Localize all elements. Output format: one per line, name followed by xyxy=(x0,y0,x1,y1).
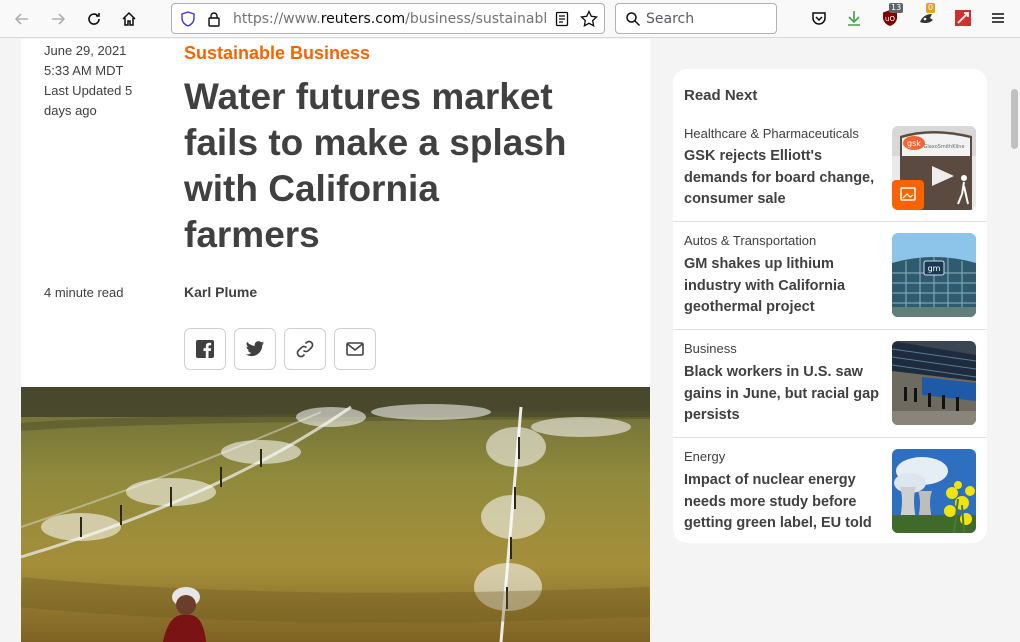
ublock-badge: 13 xyxy=(889,3,904,13)
back-button[interactable] xyxy=(10,7,34,31)
date-line: June 29, 2021 xyxy=(44,43,127,58)
pocket-icon[interactable] xyxy=(809,8,829,28)
workers-photo xyxy=(892,341,976,425)
tracking-shield-icon[interactable] xyxy=(180,11,196,27)
ublock-extension[interactable]: uO 13 xyxy=(880,3,904,28)
read-next-item[interactable]: Business Black workers in U.S. saw gains… xyxy=(673,329,987,437)
browser-toolbar: https://www.reuters.com/business/sustain… xyxy=(0,0,1020,38)
time-line: 5:33 AM MDT xyxy=(44,63,124,78)
gm-building-photo: gm xyxy=(892,233,976,317)
page-scrollbar[interactable] xyxy=(1011,89,1018,149)
read-next-item[interactable]: Energy Impact of nuclear energy needs mo… xyxy=(673,437,987,545)
read-next-item[interactable]: Healthcare & Pharmaceuticals GSK rejects… xyxy=(673,113,987,221)
read-next-category[interactable]: Autos & Transportation xyxy=(684,233,816,248)
mail-icon xyxy=(346,342,364,356)
facebook-icon xyxy=(196,340,214,358)
author-link[interactable]: Karl Plume xyxy=(184,284,257,300)
headline-line: fails to make a splash xyxy=(184,122,567,163)
home-icon xyxy=(122,11,136,26)
svg-text:GlaxoSmithKline: GlaxoSmithKline xyxy=(923,144,964,150)
svg-text:uO: uO xyxy=(885,15,895,23)
url-prefix: https://www. xyxy=(233,11,321,27)
article: June 29, 2021 5:33 AM MDT Last Updated 5… xyxy=(21,39,650,642)
svg-text:gsk: gsk xyxy=(907,139,921,148)
url-text[interactable]: https://www.reuters.com/business/sustain… xyxy=(233,11,547,27)
download-icon[interactable] xyxy=(844,8,864,28)
search-icon xyxy=(626,12,641,27)
gsk-sign-photo: gsk GlaxoSmithKline xyxy=(892,126,976,210)
read-next-thumbnail[interactable]: gm xyxy=(892,233,976,317)
read-next-panel: Read Next Healthcare & Pharmaceuticals G… xyxy=(673,69,987,543)
reload-icon xyxy=(88,13,100,25)
twitter-icon xyxy=(245,341,265,357)
hamburger-menu-icon[interactable] xyxy=(988,8,1008,28)
search-placeholder: Search xyxy=(646,11,695,27)
reload-button[interactable] xyxy=(82,7,106,31)
url-path: /business/sustainable-b xyxy=(405,11,547,27)
read-next-item[interactable]: Autos & Transportation GM shakes up lith… xyxy=(673,221,987,329)
read-next-headline[interactable]: GM shakes up lithium industry with Calif… xyxy=(684,254,884,319)
read-time: 4 minute read xyxy=(44,285,124,300)
read-next-thumbnail[interactable]: gsk GlaxoSmithKline xyxy=(892,126,976,210)
extension-red-icon[interactable] xyxy=(953,8,973,28)
read-next-thumbnail[interactable] xyxy=(892,341,976,425)
search-bar[interactable]: Search xyxy=(615,3,777,34)
page-content: June 29, 2021 5:33 AM MDT Last Updated 5… xyxy=(0,39,1020,642)
read-next-category[interactable]: Healthcare & Pharmaceuticals xyxy=(684,126,859,141)
privacy-extension[interactable]: 0 xyxy=(917,3,937,28)
read-next-headline[interactable]: Impact of nuclear energy needs more stud… xyxy=(684,470,884,535)
back-arrow-icon xyxy=(14,13,28,25)
section-kicker-link[interactable]: Sustainable Business xyxy=(184,43,370,64)
bookmark-star-icon[interactable] xyxy=(580,10,598,28)
nuclear-plant-photo xyxy=(892,449,976,533)
article-headline: Water futures market fails to make a spl… xyxy=(184,74,604,258)
headline-line: Water futures market xyxy=(184,76,553,117)
forward-button[interactable] xyxy=(46,7,70,31)
read-next-headline[interactable]: Black workers in U.S. saw gains in June,… xyxy=(684,362,884,427)
headline-line: with California xyxy=(184,168,439,209)
updated-line: Last Updated 5 xyxy=(44,83,133,98)
read-next-headline[interactable]: GSK rejects Elliott's demands for board … xyxy=(684,146,884,211)
read-next-category[interactable]: Business xyxy=(684,341,737,356)
lock-icon[interactable] xyxy=(206,11,222,27)
share-email-button[interactable] xyxy=(334,328,376,370)
updated-line-2: days ago xyxy=(44,103,97,118)
home-button[interactable] xyxy=(117,7,141,31)
irrigation-field-photo xyxy=(21,387,650,642)
svg-text:gm: gm xyxy=(928,264,941,273)
share-link-button[interactable] xyxy=(284,328,326,370)
url-host: reuters.com xyxy=(320,11,406,27)
reader-view-icon[interactable] xyxy=(554,11,570,27)
read-next-thumbnail[interactable] xyxy=(892,449,976,533)
read-next-category[interactable]: Energy xyxy=(684,449,725,464)
read-next-title: Read Next xyxy=(684,87,758,104)
headline-line: farmers xyxy=(184,214,320,255)
link-icon xyxy=(296,340,314,358)
share-facebook-button[interactable] xyxy=(184,328,226,370)
address-bar[interactable]: https://www.reuters.com/business/sustain… xyxy=(171,3,605,34)
hero-image xyxy=(21,387,650,642)
share-twitter-button[interactable] xyxy=(234,328,276,370)
forward-arrow-icon xyxy=(52,13,66,25)
article-date: June 29, 2021 5:33 AM MDT Last Updated 5… xyxy=(44,41,154,121)
privacy-badge: 0 xyxy=(926,3,936,13)
